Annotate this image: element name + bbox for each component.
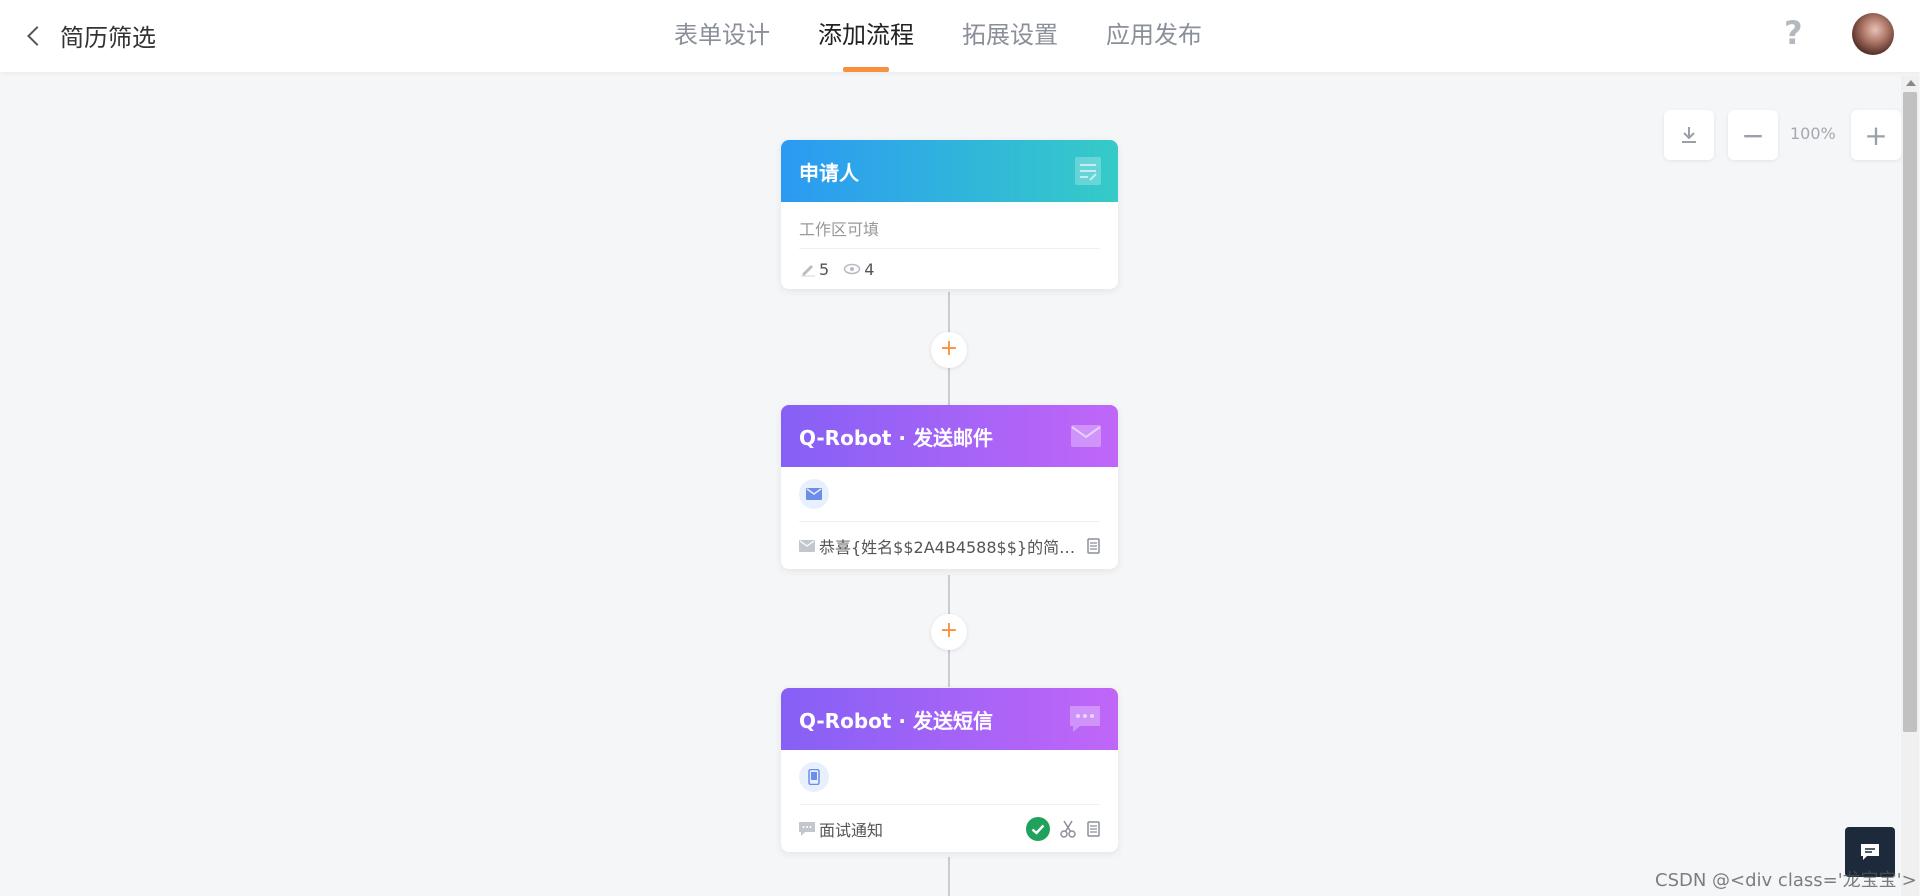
view-count: 4 — [864, 259, 875, 279]
node-header: Q-Robot · 发送短信 — [781, 688, 1118, 750]
scroll-up-arrow-icon[interactable] — [1906, 80, 1916, 86]
chat-bubble-icon — [1070, 706, 1100, 732]
add-node-button[interactable]: + — [931, 332, 967, 368]
node-header: Q-Robot · 发送邮件 — [781, 405, 1118, 467]
pencil-icon — [801, 265, 815, 277]
node-header: 申请人 — [781, 140, 1118, 202]
edit-stat: 5 — [799, 260, 829, 279]
node-footer: 恭喜{姓名$$2A4B4588$$}的简历通过筛选 — [799, 521, 1100, 569]
copy-icon[interactable] — [1086, 820, 1100, 837]
zoom-level: 100% — [1790, 124, 1836, 143]
flow-connector — [948, 857, 950, 896]
add-node-button[interactable]: + — [931, 614, 967, 650]
check-circle-icon[interactable] — [1026, 816, 1050, 841]
phone-icon — [799, 762, 829, 792]
watermark: CSDN @<div class='龙宝宝'> — [1655, 870, 1917, 891]
tab-form-design[interactable]: 表单设计 — [650, 0, 794, 72]
scroll-thumb[interactable] — [1903, 92, 1917, 732]
help-icon[interactable]: ? — [1784, 14, 1803, 52]
scissors-icon[interactable] — [1060, 820, 1076, 838]
node-card-send-email[interactable]: Q-Robot · 发送邮件 恭喜{姓名$$2A4B4588$$}的简历通过筛选 — [781, 405, 1118, 569]
zoom-out-button[interactable]: − — [1728, 110, 1778, 160]
node-title: Q-Robot · 发送短信 — [799, 708, 993, 733]
email-subject: 恭喜{姓名$$2A4B4588$$}的简历通过筛选 — [819, 537, 1076, 557]
app-title: 简历筛选 — [60, 24, 156, 52]
chat-icon — [1861, 844, 1879, 860]
tab-app-publish[interactable]: 应用发布 — [1082, 0, 1226, 72]
tab-extend-settings[interactable]: 拓展设置 — [938, 0, 1082, 72]
eye-icon — [843, 263, 861, 275]
chat-small-icon — [799, 821, 815, 836]
copy-icon[interactable] — [1086, 537, 1100, 554]
chevron-left-icon — [27, 25, 47, 46]
node-title: Q-Robot · 发送邮件 — [799, 425, 993, 450]
avatar[interactable] — [1852, 13, 1894, 55]
tab-add-flow[interactable]: 添加流程 — [794, 0, 938, 72]
mail-icon — [799, 479, 829, 509]
form-icon — [1075, 157, 1101, 185]
top-header: 简历筛选 表单设计 添加流程 拓展设置 应用发布 ? — [0, 0, 1920, 72]
mail-small-icon — [799, 539, 815, 552]
back-button[interactable]: 简历筛选 — [22, 18, 156, 53]
node-subtitle: 工作区可填 — [799, 202, 1100, 249]
download-button[interactable] — [1664, 110, 1714, 160]
node-card-send-sms[interactable]: Q-Robot · 发送短信 面试通知 — [781, 688, 1118, 852]
node-title: 申请人 — [799, 160, 859, 185]
download-icon — [1682, 127, 1696, 143]
vertical-scrollbar[interactable] — [1901, 76, 1919, 896]
node-card-applicant[interactable]: 申请人 工作区可填 5 4 — [781, 140, 1118, 289]
node-footer: 面试通知 — [799, 804, 1100, 852]
edit-count: 5 — [819, 259, 830, 279]
view-stat: 4 — [843, 260, 874, 279]
zoom-in-button[interactable]: + — [1851, 110, 1901, 160]
step-tabs: 表单设计 添加流程 拓展设置 应用发布 — [650, 0, 1226, 72]
sms-template-name: 面试通知 — [819, 820, 884, 840]
mail-icon — [1071, 425, 1101, 447]
